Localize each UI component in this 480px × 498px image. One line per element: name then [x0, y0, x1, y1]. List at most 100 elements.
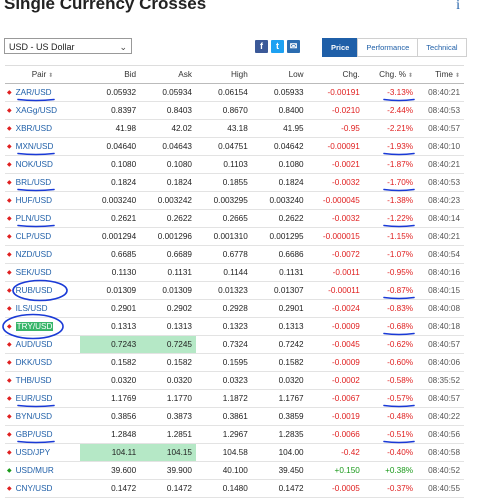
- pair-link[interactable]: CNY/USD: [16, 484, 53, 493]
- pair-link[interactable]: NZD/USD: [16, 250, 52, 259]
- table-row[interactable]: ◆ BYN/USD 0.3856 0.3873 0.3861 0.3859 -0.0019-…: [5, 407, 464, 426]
- column-header-bid[interactable]: Bid: [79, 65, 141, 84]
- cell-high: 0.2665: [195, 209, 252, 228]
- cell-ask: 0.1582: [140, 353, 196, 372]
- cell-bid: 0.0320: [79, 371, 141, 390]
- pair-link[interactable]: HUF/USD: [16, 196, 52, 205]
- table-row[interactable]: ◆ MXN/USD 0.04640 0.04643 0.04751 0.04642 -0.0…: [5, 137, 464, 156]
- tab-price[interactable]: Price: [322, 38, 359, 57]
- pair-link[interactable]: AUD/USD: [16, 340, 53, 349]
- cell-high: 0.1595: [195, 353, 252, 372]
- pair-link[interactable]: USD/JPY: [16, 448, 51, 457]
- cell-chg: -0.0072: [307, 245, 364, 264]
- pair-link[interactable]: EUR/USD: [16, 394, 53, 403]
- table-row[interactable]: ◆ CNY/USD 0.1472 0.1472 0.1480 0.1472 -0.0005-…: [5, 479, 464, 498]
- table-row[interactable]: ◆ ILS/USD 0.2901 0.2902 0.2928 0.2901 -0.0024-…: [5, 299, 464, 318]
- cell-chg: -0.0009: [307, 353, 364, 372]
- tab-technical[interactable]: Technical: [417, 38, 467, 57]
- email-share-icon[interactable]: ✉: [287, 40, 300, 53]
- up-indicator-icon: ◆: [7, 468, 12, 475]
- table-row[interactable]: ◆ ZAR/USD 0.05932 0.05934 0.06154 0.05933 -0.0…: [5, 83, 464, 102]
- table-row[interactable]: ◆ USD/MUR 39.600 39.900 40.100 39.450 +0.150 +0…: [5, 461, 464, 480]
- table-row[interactable]: ◆ BRL/USD 0.1824 0.1824 0.1855 0.1824 -0.0032-…: [5, 173, 464, 192]
- pair-link[interactable]: THB/USD: [16, 376, 52, 385]
- pair-link[interactable]: CLP/USD: [16, 232, 52, 241]
- pair-link[interactable]: BYN/USD: [16, 412, 52, 421]
- twitter-share-icon[interactable]: t: [271, 40, 284, 53]
- table-row[interactable]: ◆ NOK/USD 0.1080 0.1080 0.1103 0.1080 -0.0021-…: [5, 155, 464, 174]
- cell-pair: ◆ TRY/USD: [5, 317, 80, 336]
- pair-link[interactable]: XAGg/USD: [16, 106, 57, 115]
- cell-ask: 0.1131: [140, 263, 196, 282]
- table-row[interactable]: ◆ XBR/USD 41.98 42.02 43.18 41.95 -0.95 -2.21% 0…: [5, 119, 464, 138]
- cell-ask: 39.900: [140, 461, 196, 480]
- table-row[interactable]: ◆ RUB/USD 0.01309 0.01309 0.01323 0.01307 -0.0…: [5, 281, 464, 300]
- table-row[interactable]: ◆ NZD/USD 0.6685 0.6689 0.6778 0.6686 -0.0072-…: [5, 245, 464, 264]
- cell-low: 0.1582: [251, 353, 308, 372]
- down-indicator-icon: ◆: [7, 414, 12, 421]
- down-indicator-icon: ◆: [7, 144, 12, 151]
- down-indicator-icon: ◆: [7, 486, 12, 493]
- cell-time: 08:40:57: [417, 335, 464, 354]
- pair-link[interactable]: XBR/USD: [16, 124, 52, 133]
- down-indicator-icon: ◆: [7, 396, 12, 403]
- table-row[interactable]: ◆ THB/USD 0.0320 0.0320 0.0323 0.0320 -0.0002-…: [5, 371, 464, 390]
- down-indicator-icon: ◆: [7, 180, 12, 187]
- table-row[interactable]: ◆ SEK/USD 0.1130 0.1131 0.1144 0.1131 -0.0011-…: [5, 263, 464, 282]
- cell-time: 08:40:16: [417, 263, 464, 282]
- pair-link[interactable]: TRY/USD: [15, 322, 54, 331]
- cell-bid: 0.2901: [79, 299, 141, 318]
- column-header-time[interactable]: Time ⬍: [417, 65, 464, 84]
- pair-link[interactable]: RUB/USD: [16, 286, 53, 295]
- table-row[interactable]: ◆ USD/JPY 104.11 104.15 104.58 104.00 -0.42 -0.…: [5, 443, 464, 462]
- cell-high: 104.58: [195, 443, 252, 462]
- pair-link[interactable]: MXN/USD: [16, 142, 54, 151]
- table-row[interactable]: ◆ XAGg/USD 0.8397 0.8403 0.8670 0.8400 -0.0210…: [5, 101, 464, 120]
- facebook-share-icon[interactable]: f: [255, 40, 268, 53]
- tab-performance[interactable]: Performance: [357, 38, 419, 57]
- cell-low: 0.7242: [251, 335, 308, 354]
- pair-link[interactable]: NOK/USD: [16, 160, 53, 169]
- pair-link[interactable]: ILS/USD: [16, 304, 48, 313]
- pair-link[interactable]: SEK/USD: [16, 268, 52, 277]
- column-header-pair[interactable]: Pair ⬍: [5, 65, 80, 84]
- cell-pair: ◆ XBR/USD: [5, 119, 80, 138]
- column-header-chgpct[interactable]: Chg. % ⬍: [363, 65, 418, 84]
- column-header-high[interactable]: High: [195, 65, 252, 84]
- cell-ask: 0.1313: [140, 317, 196, 336]
- column-header-chg[interactable]: Chg.: [307, 65, 364, 84]
- table-row[interactable]: ◆ AUD/USD 0.7243 0.7245 0.7324 0.7242 -0.0045-…: [5, 335, 464, 354]
- cell-pair: ◆ BYN/USD: [5, 407, 80, 426]
- cell-high: 0.01323: [195, 281, 252, 300]
- pair-link[interactable]: ZAR/USD: [16, 88, 52, 97]
- info-icon[interactable]: i: [456, 0, 460, 14]
- pair-link[interactable]: PLN/USD: [16, 214, 52, 223]
- pair-link[interactable]: USD/MUR: [16, 466, 54, 475]
- currency-select[interactable]: USD - US Dollar ⌄: [4, 38, 132, 54]
- pair-link[interactable]: GBP/USD: [16, 430, 53, 439]
- table-row[interactable]: ◆ EUR/USD 1.1769 1.1770 1.1872 1.1767 -0.0067-…: [5, 389, 464, 408]
- cell-bid: 0.05932: [79, 83, 141, 102]
- cell-low: 0.8400: [251, 101, 308, 120]
- table-row[interactable]: ◆ DKK/USD 0.1582 0.1582 0.1595 0.1582 -0.0009-…: [5, 353, 464, 372]
- column-header-ask[interactable]: Ask: [140, 65, 196, 84]
- cell-high: 0.6778: [195, 245, 252, 264]
- cell-chgpct: -0.62%: [363, 335, 418, 354]
- cell-low: 0.6686: [251, 245, 308, 264]
- pair-link[interactable]: DKK/USD: [16, 358, 52, 367]
- cell-ask: 0.0320: [140, 371, 196, 390]
- cell-ask: 104.15: [140, 443, 196, 462]
- table-row[interactable]: ◆ CLP/USD 0.001294 0.001296 0.001310 0.001295…: [5, 227, 464, 246]
- cell-bid: 104.11: [79, 443, 141, 462]
- cell-bid: 0.6685: [79, 245, 141, 264]
- table-row[interactable]: ◆ HUF/USD 0.003240 0.003242 0.003295 0.003240…: [5, 191, 464, 210]
- column-header-low[interactable]: Low: [251, 65, 308, 84]
- cell-ask: 0.003242: [140, 191, 196, 210]
- table-row[interactable]: ◆ GBP/USD 1.2848 1.2851 1.2967 1.2835 -0.0066-…: [5, 425, 464, 444]
- down-indicator-icon: ◆: [7, 126, 12, 133]
- table-row[interactable]: ◆ TRY/USD 0.1313 0.1313 0.1323 0.1313 -0.0009-…: [5, 317, 464, 336]
- cell-high: 0.1323: [195, 317, 252, 336]
- cell-time: 08:40:15: [417, 281, 464, 300]
- pair-link[interactable]: BRL/USD: [16, 178, 52, 187]
- table-row[interactable]: ◆ PLN/USD 0.2621 0.2622 0.2665 0.2622 -0.0032-…: [5, 209, 464, 228]
